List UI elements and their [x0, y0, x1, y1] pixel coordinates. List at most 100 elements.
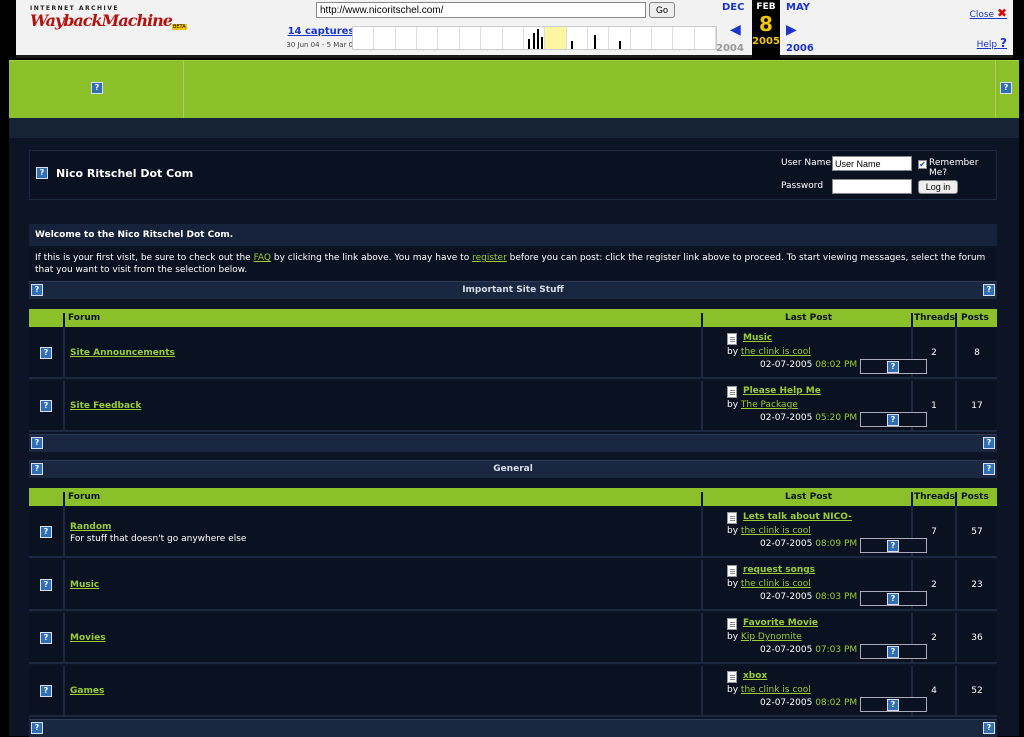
table-header: Forum Last Post Threads Posts: [29, 309, 997, 331]
site-banner: ? ?: [9, 60, 1019, 119]
category-header[interactable]: ? General ?: [29, 460, 997, 478]
go-to-last-post-button[interactable]: ?: [860, 359, 927, 374]
last-post-user-link[interactable]: the clink is cool: [741, 579, 811, 589]
col-posts: Posts: [961, 492, 989, 502]
thread-count: 7: [931, 527, 937, 537]
last-post-by: by: [727, 347, 739, 357]
help-icon: ?: [1000, 36, 1007, 50]
wayback-url-input[interactable]: [316, 2, 646, 18]
forum-name-link[interactable]: Site Announcements: [70, 348, 175, 358]
wayback-toolbar: INTERNET ARCHIVE WaybackMachineBETA Go 1…: [16, 0, 1013, 58]
register-link[interactable]: register: [472, 253, 507, 263]
last-post-title-link[interactable]: Favorite Movie: [743, 618, 818, 628]
wayback-help-label: Help: [976, 40, 998, 50]
col-forum: Forum: [68, 313, 101, 323]
post-document-icon: [727, 512, 737, 524]
last-post-time: 08:09 PM: [815, 539, 858, 549]
wayback-prev-year[interactable]: 2004: [716, 43, 744, 54]
last-post-by: by: [727, 579, 739, 589]
last-post-time: 08:03 PM: [815, 592, 858, 602]
forum-name-link[interactable]: Random: [70, 522, 111, 532]
last-post-icon[interactable]: ?: [887, 540, 899, 552]
last-post-title-link[interactable]: xbox: [743, 671, 767, 681]
last-post-user-link[interactable]: The Package: [741, 400, 798, 410]
next-arrow-icon[interactable]: ▶: [786, 22, 797, 38]
site-logo-icon: ?: [36, 167, 48, 179]
category-title: General: [493, 464, 533, 474]
last-post-icon[interactable]: ?: [887, 361, 899, 373]
footer-left-icon: ?: [31, 722, 43, 734]
wayback-sparkline[interactable]: [352, 26, 717, 50]
wayback-go-button[interactable]: Go: [649, 2, 675, 18]
post-document-icon: [727, 671, 737, 683]
thread-count: 2: [931, 348, 937, 358]
last-post-user-link[interactable]: the clink is cool: [741, 526, 811, 536]
wayback-logo[interactable]: INTERNET ARCHIVE WaybackMachineBETA: [30, 5, 187, 41]
last-post-time: 08:02 PM: [815, 698, 858, 708]
username-input[interactable]: [832, 156, 912, 171]
last-post-time: 08:02 PM: [815, 360, 858, 370]
last-post-title-link[interactable]: Please Help Me: [743, 386, 821, 396]
forum-page: ? ? ? Nico Ritschel Dot Com User Name ✔ …: [9, 60, 1019, 737]
last-post-title-link[interactable]: Lets talk about NICO-: [743, 512, 852, 522]
wayback-close-link[interactable]: Close ✖: [970, 6, 1007, 20]
go-to-last-post-button[interactable]: ?: [860, 644, 927, 659]
go-to-last-post-button[interactable]: ?: [860, 697, 927, 712]
wayback-cur-day: 8: [759, 12, 773, 36]
table-header: Forum Last Post Threads Posts: [29, 488, 997, 510]
last-post-user-link[interactable]: Kip Dynomite: [741, 632, 802, 642]
forum-status-icon: ?: [40, 347, 52, 359]
remember-me-checkbox[interactable]: ✔: [918, 160, 927, 169]
last-post-user-link[interactable]: the clink is cool: [741, 685, 811, 695]
footer-left-icon: ?: [31, 437, 43, 449]
wayback-next-month[interactable]: MAY: [786, 2, 810, 13]
footer-right-icon: ?: [983, 437, 995, 449]
forum-status-icon: ?: [40, 685, 52, 697]
col-forum: Forum: [68, 492, 101, 502]
go-to-last-post-button[interactable]: ?: [860, 591, 927, 606]
wayback-prev-month[interactable]: DEC: [722, 2, 744, 13]
sparkline-selected: [545, 27, 567, 49]
wayback-next-year[interactable]: 2006: [786, 43, 814, 54]
wayback-help-link[interactable]: Help ?: [977, 36, 1007, 50]
last-post-icon[interactable]: ?: [887, 593, 899, 605]
col-last-post: Last Post: [785, 492, 833, 502]
password-input[interactable]: [832, 179, 912, 194]
last-post-icon[interactable]: ?: [887, 414, 899, 426]
category-rss-icon[interactable]: ?: [983, 463, 995, 475]
prev-arrow-icon[interactable]: ◀: [730, 22, 741, 38]
post-count: 17: [971, 401, 983, 411]
username-label: User Name: [781, 158, 831, 168]
category-title: Important Site Stuff: [462, 285, 564, 295]
go-to-last-post-button[interactable]: ?: [860, 412, 927, 427]
last-post-icon[interactable]: ?: [887, 646, 899, 658]
faq-link[interactable]: FAQ: [254, 253, 271, 263]
last-post-icon[interactable]: ?: [887, 699, 899, 711]
welcome-intro: If this is your first visit, be sure to …: [29, 248, 997, 280]
last-post-time: 05:20 PM: [815, 413, 858, 423]
last-post-title-link[interactable]: request songs: [743, 565, 815, 575]
go-to-last-post-button[interactable]: ?: [860, 538, 927, 553]
post-count: 23: [971, 580, 983, 590]
remember-me-label: Remember Me?: [929, 158, 979, 178]
last-post-title-link[interactable]: Music: [743, 333, 772, 343]
login-button[interactable]: Log in: [918, 180, 958, 194]
last-post-user-link[interactable]: the clink is cool: [741, 347, 811, 357]
banner-image-left-icon: ?: [91, 82, 103, 94]
nav-stripe: [9, 118, 1019, 138]
category-rss-icon[interactable]: ?: [983, 284, 995, 296]
forum-name-link[interactable]: Site Feedback: [70, 401, 141, 411]
thread-count: 1: [931, 401, 937, 411]
forum-name-link[interactable]: Games: [70, 686, 104, 696]
post-count: 57: [971, 527, 983, 537]
wayback-cur-month: FEB: [756, 2, 776, 12]
forum-name-link[interactable]: Movies: [70, 633, 106, 643]
col-threads: Threads: [914, 492, 955, 502]
close-icon[interactable]: ✖: [997, 6, 1007, 20]
category-header[interactable]: ? Important Site Stuff ?: [29, 281, 997, 299]
password-label: Password: [781, 181, 824, 191]
forum-name-link[interactable]: Music: [70, 580, 99, 590]
site-header: ? Nico Ritschel Dot Com User Name ✔ Reme…: [29, 150, 997, 200]
last-post-date: 02-07-2005: [760, 360, 813, 370]
intro-text-2: by clicking the link above. You may have…: [271, 253, 473, 263]
